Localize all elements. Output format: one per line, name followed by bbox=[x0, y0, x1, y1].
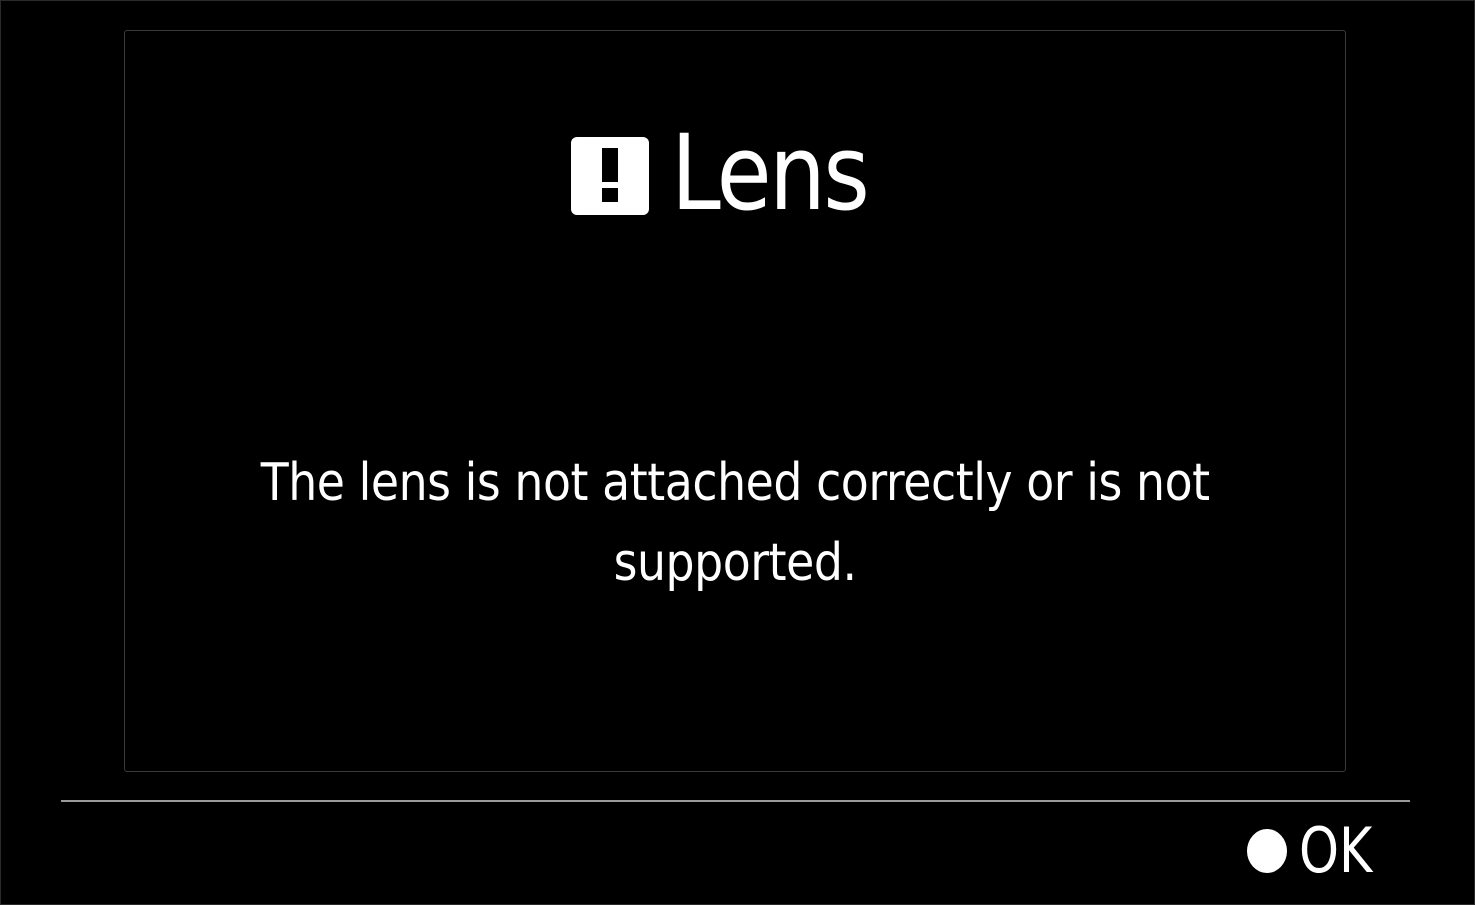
error-message: The lens is not attached correctly or is… bbox=[125, 443, 1345, 603]
footer-divider bbox=[61, 800, 1410, 802]
dialog-title-row: Lens bbox=[125, 121, 1345, 225]
ok-button[interactable]: OK bbox=[1247, 818, 1388, 884]
dialog-title: Lens bbox=[670, 112, 870, 234]
warning-icon bbox=[570, 137, 649, 215]
ok-circle-icon bbox=[1247, 829, 1287, 873]
error-dialog: Lens The lens is not attached correctly … bbox=[124, 30, 1346, 772]
ok-label: OK bbox=[1299, 814, 1373, 887]
error-message-line-2: supported. bbox=[613, 533, 857, 593]
error-message-line-1: The lens is not attached correctly or is… bbox=[260, 453, 1210, 513]
